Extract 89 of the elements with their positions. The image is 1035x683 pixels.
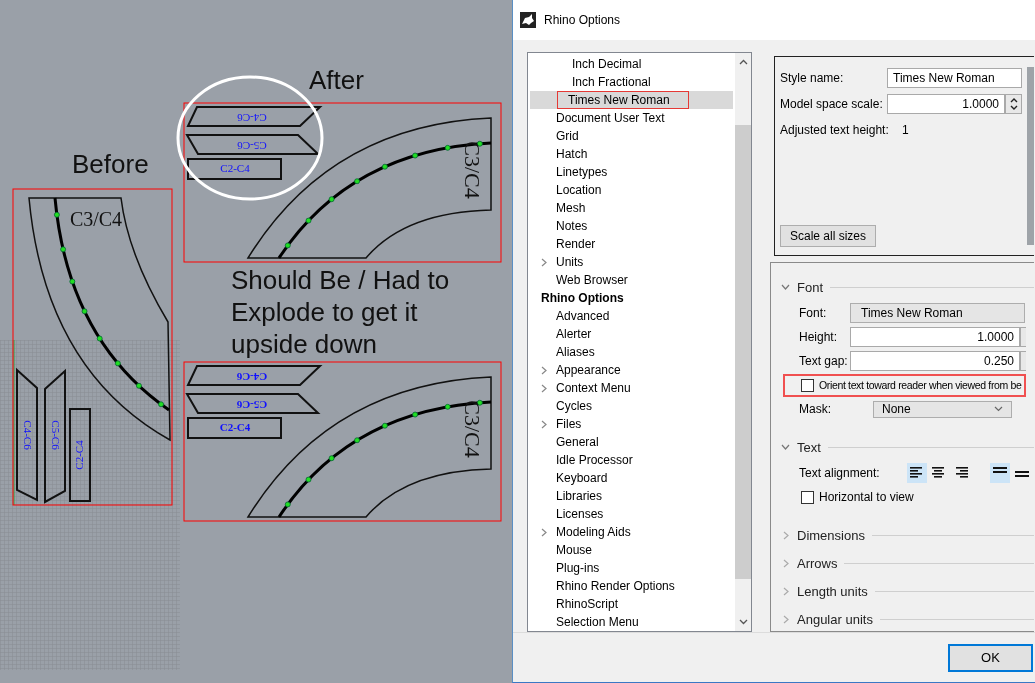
window-title: Rhino Options <box>544 13 621 27</box>
tree-item[interactable]: Web Browser <box>551 271 633 289</box>
scrollbar[interactable] <box>1027 67 1034 245</box>
tree-item[interactable]: Times New Roman <box>557 91 689 109</box>
caption: Before <box>72 148 149 180</box>
collapse-chevron-icon[interactable] <box>781 444 790 450</box>
expand-chevron-icon[interactable] <box>540 383 547 393</box>
style-name-field[interactable]: Times New Roman <box>887 68 1022 88</box>
field-label: Adjusted text height: <box>780 123 890 137</box>
tree-item[interactable]: Mouse <box>551 541 598 559</box>
tree-item[interactable]: Libraries <box>551 487 608 505</box>
tree-item[interactable]: Selection Menu <box>551 613 644 631</box>
part-label: C4-C6 <box>237 112 267 125</box>
section-title[interactable]: Length units <box>797 583 868 599</box>
section-title[interactable]: Text <box>797 439 821 455</box>
part-label: C3/C4 <box>459 400 485 458</box>
tree-item[interactable]: Document User Text <box>551 109 670 127</box>
field-label: Text alignment: <box>799 466 881 480</box>
scale-field[interactable]: 1.0000 <box>887 94 1005 114</box>
scale-all-button[interactable]: Scale all sizes <box>780 225 876 247</box>
checkbox[interactable] <box>801 378 814 392</box>
tree-item[interactable]: Appearance <box>551 361 626 379</box>
part-label: C4-C6 <box>22 420 35 450</box>
expand-chevron-icon[interactable] <box>540 365 547 375</box>
tree-item[interactable]: Linetypes <box>551 163 613 181</box>
part-label: C5-C6 <box>237 140 267 153</box>
part-label: C5-C6 <box>50 420 63 450</box>
tree-item[interactable]: Modeling Aids <box>551 523 636 541</box>
checkbox-label: Horizontal to view <box>819 490 914 504</box>
part-label: C3/C4 <box>69 207 123 230</box>
scroll-down-icon[interactable] <box>738 619 748 625</box>
field-label: Mask: <box>799 402 832 416</box>
tree-item[interactable]: Cycles <box>551 397 597 415</box>
tree-item[interactable]: Notes <box>551 217 593 235</box>
tree-item[interactable]: Alerter <box>551 325 597 343</box>
field-label: Height: <box>799 330 839 344</box>
scroll-up-icon[interactable] <box>738 59 748 65</box>
field-label: Text gap: <box>799 354 849 368</box>
tree-item[interactable]: General <box>551 433 604 451</box>
part-label: C2-C4 <box>220 161 250 174</box>
field-label: Model space scale: <box>780 97 884 111</box>
checkbox[interactable] <box>801 490 814 504</box>
tree-item[interactable]: Context Menu <box>551 379 636 397</box>
expand-chevron-icon[interactable] <box>540 419 547 429</box>
number-field[interactable]: 1.0000 <box>850 327 1020 347</box>
section-title[interactable]: Font <box>797 279 823 295</box>
tree-item[interactable]: RhinoScript <box>551 595 624 613</box>
checkbox-label: Orient text toward reader when viewed from be <box>819 379 1022 391</box>
part-label: C5-C6 <box>236 399 268 412</box>
expand-chevron-icon[interactable] <box>540 527 547 537</box>
tree-item[interactable]: Rhino Options <box>536 289 629 307</box>
tree-item[interactable]: Licenses <box>551 505 609 523</box>
caret-icon[interactable] <box>994 406 1003 412</box>
field-label: Font: <box>799 306 828 320</box>
tree-item[interactable]: Render <box>551 235 601 253</box>
field-value: 1 <box>902 123 909 137</box>
field-label: Style name: <box>780 71 845 85</box>
tree-item[interactable]: Inch Fractional <box>567 73 656 91</box>
section-title[interactable]: Angular units <box>797 611 873 627</box>
tree-item[interactable]: Grid <box>551 127 584 145</box>
tree-item[interactable]: Idle Processor <box>551 451 638 469</box>
tree-item[interactable]: Aliases <box>551 343 600 361</box>
expand-chevron-icon[interactable] <box>540 257 547 267</box>
ok-button[interactable]: OK <box>948 643 1033 672</box>
collapse-chevron-icon[interactable] <box>781 284 790 290</box>
tree-item[interactable]: Plug-ins <box>551 559 605 577</box>
tree-item[interactable]: Inch Decimal <box>567 55 647 73</box>
tree-item[interactable]: Hatch <box>551 145 593 163</box>
tree-item[interactable]: Location <box>551 181 607 199</box>
caption: Should Be / Had to Explode to get it upside down <box>231 264 451 360</box>
section-title[interactable]: Arrows <box>797 555 838 571</box>
part-label: C2-C4 <box>72 440 85 470</box>
caption: After <box>309 64 364 96</box>
tree-item[interactable]: Rhino Render Options <box>551 577 680 595</box>
scroll-thumb[interactable] <box>735 125 751 579</box>
app-icon <box>520 12 536 28</box>
font-dropdown[interactable]: Times New Roman <box>850 303 1025 323</box>
tree-item[interactable]: Advanced <box>551 307 615 325</box>
mask-dropdown[interactable]: None <box>873 400 1012 418</box>
number-field[interactable]: 0.250 <box>850 351 1020 371</box>
part-label: C3/C4 <box>459 141 485 199</box>
part-label: C2-C4 <box>219 420 251 433</box>
tree-item[interactable]: Mesh <box>551 199 591 217</box>
tree-item[interactable]: Files <box>551 415 587 433</box>
tree-item[interactable]: Keyboard <box>551 469 613 487</box>
tree-item[interactable]: Units <box>551 253 589 271</box>
scrollbar[interactable] <box>735 53 751 631</box>
part-label: C4-C6 <box>236 371 268 384</box>
section-title[interactable]: Dimensions <box>797 527 865 543</box>
